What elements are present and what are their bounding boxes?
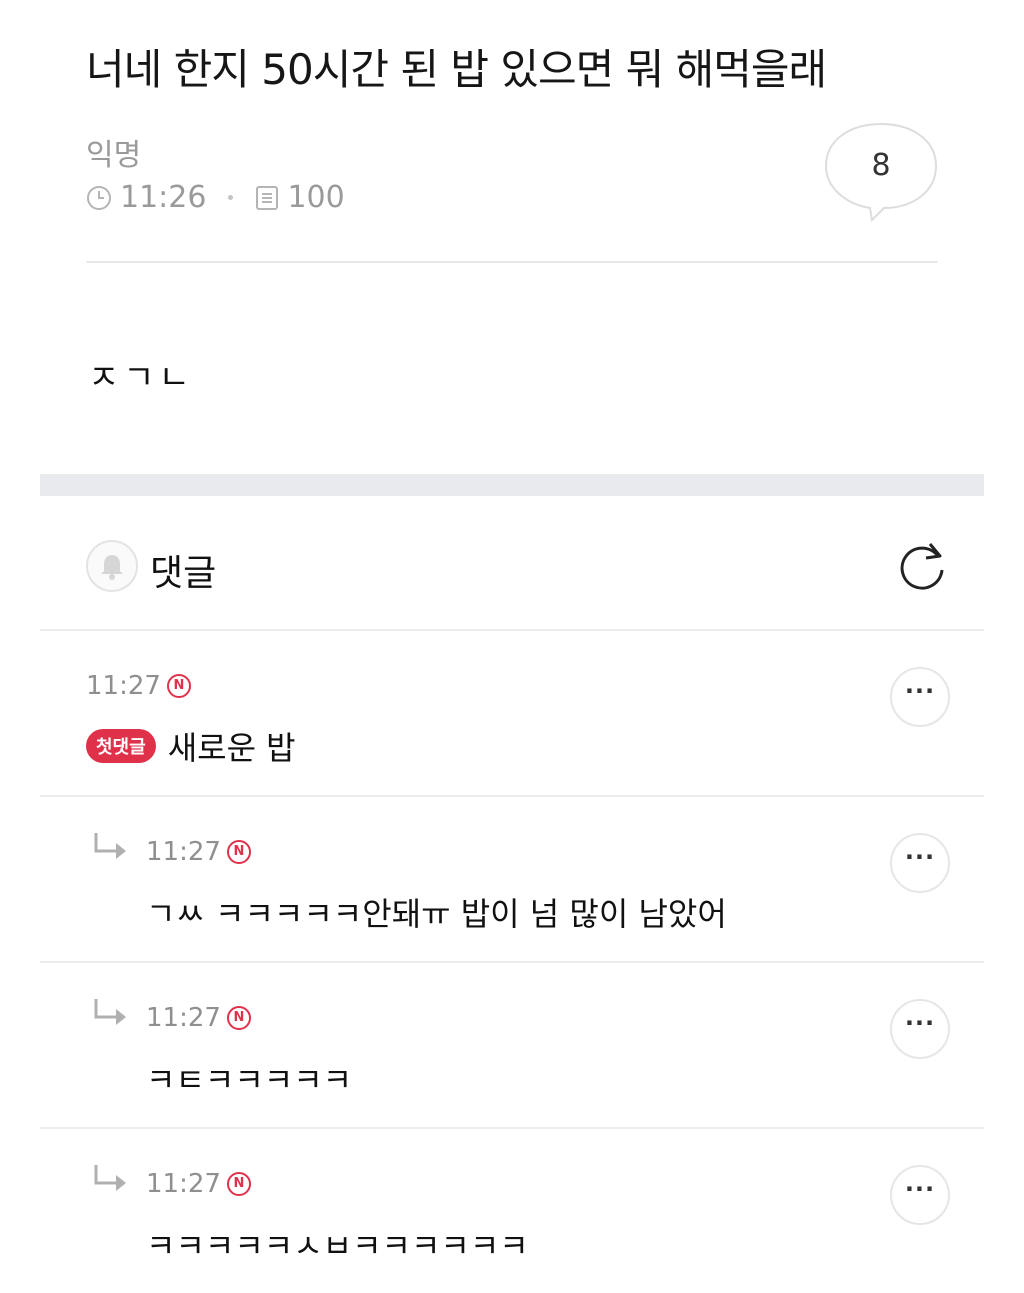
comments-header: 댓글 [40,496,984,630]
reply-item: 11:27 N ㅋㅋㅋㅋㅋㅅㅂㅋㅋㅋㅋㅋㅋ ··· [40,1129,984,1293]
more-button[interactable]: ··· [890,833,950,893]
comment-time-row: 11:27 N [146,837,251,867]
comment-text: ㅋㅌㅋㅋㅋㅋㅋ [146,1061,353,1099]
meta-separator [228,195,234,200]
bell-icon[interactable] [86,540,138,592]
title-divider [86,261,938,263]
post-views: 100 [287,180,345,215]
post-meta: 11:26 100 [86,180,345,215]
post-author: 익명 [86,138,142,173]
post-title: 너네 한지 50시간 된 밥 있으면 뭐 해먹을래 [86,45,827,94]
comments-label: 댓글 [150,553,217,594]
comment-content: 첫댓글 새로운 밥 [86,723,296,769]
comment-time-row: 11:27 N [146,1003,251,1033]
reply-item: 11:27 N ㅋㅌㅋㅋㅋㅋㅋ ··· [40,963,984,1127]
new-badge: N [226,1172,251,1196]
reply-arrow-icon [94,1165,126,1191]
post-body: ㅈㄱㄴ [88,358,194,398]
comment-item: 11:27 N 첫댓글 새로운 밥 ··· [40,631,984,795]
comment-time-row: 11:27 N [86,671,191,701]
more-button[interactable]: ··· [890,1165,950,1225]
comment-time: 11:27 [146,1169,221,1199]
comment-time: 11:27 [146,837,221,867]
comment-text: ㄱㅆ ㅋㅋㅋㅋㅋ안돼ㅠ 밥이 넘 많이 남았어 [146,895,727,933]
refresh-icon[interactable] [894,538,950,594]
first-comment-badge: 첫댓글 [86,729,156,763]
comment-time: 11:27 [146,1003,221,1033]
reply-arrow-icon [94,999,126,1025]
comment-count-bubble[interactable]: 8 [822,122,940,223]
reply-arrow-icon [94,833,126,859]
comment-count: 8 [871,148,891,183]
comment-time: 11:27 [86,671,161,701]
section-separator [40,474,984,496]
new-badge: N [226,840,251,864]
document-icon [255,185,279,211]
new-badge: N [226,1006,251,1030]
reply-item: 11:27 N ㄱㅆ ㅋㅋㅋㅋㅋ안돼ㅠ 밥이 넘 많이 남았어 ··· [40,797,984,961]
clock-icon [86,185,112,211]
comment-time-row: 11:27 N [146,1169,251,1199]
comment-text: ㅋㅋㅋㅋㅋㅅㅂㅋㅋㅋㅋㅋㅋ [146,1227,529,1265]
new-badge: N [166,674,191,698]
more-button[interactable]: ··· [890,999,950,1059]
comment-text: 새로운 밥 [167,729,296,767]
post-time: 11:26 [120,180,207,215]
more-button[interactable]: ··· [890,667,950,727]
